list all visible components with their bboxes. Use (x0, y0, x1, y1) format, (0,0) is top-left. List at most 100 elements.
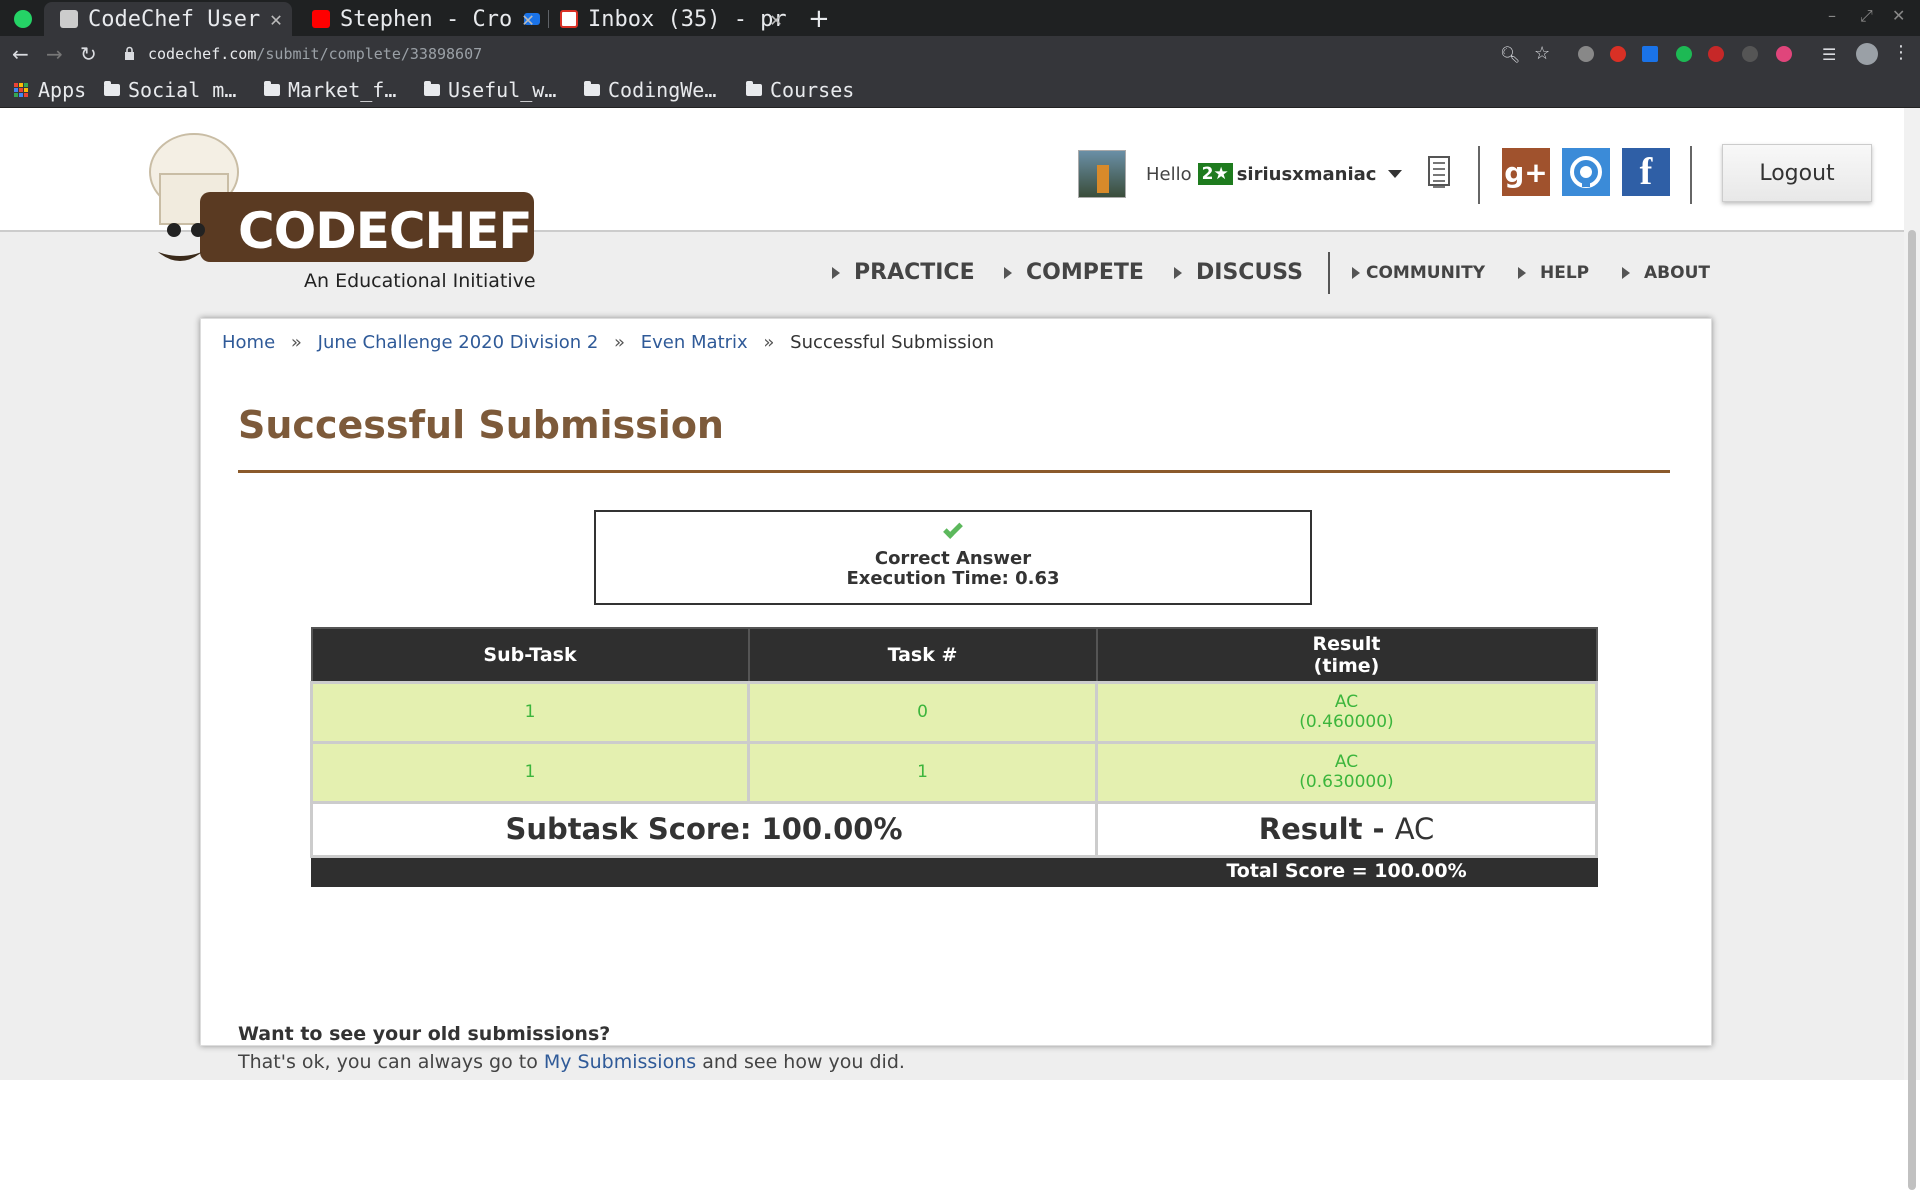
logout-button[interactable]: Logout (1722, 144, 1872, 202)
github-icon[interactable] (1562, 148, 1610, 196)
tab-separator (548, 10, 549, 28)
table-row: 1 0 AC (0.460000) (310, 680, 1598, 744)
logo-wordmark: CODECHEF (238, 202, 533, 260)
nav-item-community[interactable]: COMMUNITY (1352, 263, 1485, 283)
tab-youtube[interactable]: Stephen - Cro ✕ (306, 2, 544, 36)
notes-document-icon[interactable] (1428, 156, 1450, 188)
breadcrumb-contest[interactable]: June Challenge 2020 Division 2 (318, 332, 599, 353)
nav-item-discuss[interactable]: DISCUSS (1174, 260, 1303, 285)
profile-avatar-icon[interactable] (1856, 43, 1878, 65)
old-submissions-after: and see how you did. (702, 1051, 905, 1073)
bookmark-apps[interactable]: Apps (14, 78, 86, 102)
folder-icon (104, 81, 120, 96)
bookmark-folder-social[interactable]: Social m… (104, 78, 236, 102)
url-path: /submit/complete/33898607 (256, 45, 483, 63)
tab-title: Inbox (35) - pr (588, 6, 787, 32)
codechef-logo[interactable]: CODECHEF An Educational Initiative (140, 132, 540, 306)
nav-label: ABOUT (1644, 263, 1710, 283)
extension-icon[interactable] (1742, 46, 1758, 62)
nav-label: PRACTICE (854, 260, 975, 285)
tab-title: CodeChef User (88, 6, 261, 32)
close-window-icon[interactable]: ✕ (1892, 6, 1905, 25)
nav-item-compete[interactable]: COMPETE (1004, 260, 1144, 285)
result-time: (0.460000) (1299, 712, 1394, 732)
close-tab-icon[interactable]: ✕ (522, 7, 534, 31)
nav-label: DISCUSS (1196, 260, 1304, 285)
result-cell: AC (0.460000) (1095, 680, 1598, 744)
zoom-icon[interactable]: 🔍︎ (1500, 45, 1520, 64)
column-header-result: Result (time) (1095, 627, 1598, 683)
reload-icon[interactable]: ↻ (80, 42, 97, 66)
nav-label: COMPETE (1026, 260, 1144, 285)
nav-item-practice[interactable]: PRACTICE (832, 260, 975, 285)
title-divider (238, 470, 1670, 473)
extension-icon[interactable] (1708, 46, 1724, 62)
tab-gmail[interactable]: Inbox (35) - pr ✕ (556, 2, 792, 36)
result-cell: AC (0.630000) (1095, 740, 1598, 804)
avatar[interactable] (1078, 150, 1126, 198)
back-icon[interactable]: ← (12, 42, 29, 66)
extension-icon[interactable] (1578, 46, 1594, 62)
my-submissions-link[interactable]: My Submissions (544, 1051, 696, 1073)
result-value: AC (1394, 812, 1435, 846)
new-tab-button[interactable]: + (808, 4, 830, 34)
page-scrollbar[interactable] (1904, 108, 1920, 1190)
bookmark-star-icon[interactable]: ☆ (1534, 43, 1550, 64)
facebook-icon[interactable]: f (1622, 148, 1670, 196)
whatsapp-pinned-tab[interactable] (14, 2, 38, 36)
chevron-down-icon[interactable] (1388, 170, 1403, 178)
extension-icon[interactable] (1776, 46, 1792, 62)
overall-result: Result - AC (1095, 800, 1598, 858)
media-queue-icon[interactable]: ☰ (1822, 45, 1836, 64)
old-submissions-before: That's ok, you can always go to (238, 1051, 538, 1073)
address-bar[interactable]: codechef.com/submit/complete/33898607 (148, 45, 482, 63)
bookmark-label: Apps (38, 78, 87, 102)
subtask-score: Subtask Score: 100.00% (310, 800, 1098, 858)
folder-icon (264, 81, 280, 96)
forward-icon[interactable]: → (46, 42, 63, 66)
tab-title: Stephen - Cro (340, 6, 513, 32)
checkmark-icon (943, 519, 963, 539)
table-row: 1 1 AC (0.630000) (310, 740, 1598, 804)
menu-kebab-icon[interactable]: ⋮ (1892, 42, 1910, 63)
google-plus-icon[interactable]: g+ (1502, 148, 1550, 196)
browser-toolbar: ← → ↻ codechef.com/submit/complete/33898… (0, 36, 1920, 72)
nav-item-help[interactable]: HELP (1518, 263, 1589, 283)
total-row: Total Score = 100.00% (310, 855, 1598, 887)
extension-icon[interactable] (1676, 46, 1692, 62)
bookmarks-bar: Apps Social m… Market_f… Useful_w… Codin… (0, 72, 1920, 108)
bookmark-folder-market[interactable]: Market_f… (264, 78, 396, 102)
rating-stars-badge: 2★ (1197, 163, 1233, 185)
score-row: Subtask Score: 100.00% Result - AC (310, 800, 1598, 858)
scrollbar-thumb[interactable] (1908, 230, 1916, 1190)
browser-tab-strip: CodeChef User ✕ Stephen - Cro ✕ Inbox (3… (0, 0, 1920, 36)
bookmark-folder-useful[interactable]: Useful_w… (424, 78, 556, 102)
triangle-right-icon (1352, 267, 1360, 279)
triangle-right-icon (1622, 267, 1630, 279)
username[interactable]: siriusxmaniac (1237, 164, 1377, 185)
close-tab-icon[interactable]: ✕ (770, 7, 782, 31)
hello-label: Hello (1146, 163, 1192, 185)
tab-codechef[interactable]: CodeChef User ✕ (44, 2, 292, 36)
result-verdict: AC (1334, 752, 1359, 772)
header-divider (1690, 146, 1692, 204)
breadcrumb-current: Successful Submission (790, 332, 995, 353)
extension-icon[interactable] (1610, 46, 1626, 62)
extension-icon[interactable] (1642, 46, 1658, 62)
breadcrumb: Home » June Challenge 2020 Division 2 » … (222, 332, 994, 353)
breadcrumb-home[interactable]: Home (222, 332, 275, 353)
github-octocat-icon (1570, 156, 1602, 188)
close-tab-icon[interactable]: ✕ (270, 7, 282, 31)
header-divider (1478, 146, 1480, 204)
bookmark-folder-codingwe[interactable]: CodingWe… (584, 78, 716, 102)
bookmark-label: Useful_w… (448, 78, 557, 102)
maximize-icon[interactable]: ⤢ (1860, 6, 1873, 26)
nav-item-about[interactable]: ABOUT (1622, 263, 1710, 283)
minimize-icon[interactable]: – (1828, 6, 1836, 25)
breadcrumb-problem[interactable]: Even Matrix (641, 332, 748, 353)
folder-icon (746, 81, 762, 96)
user-menu[interactable]: Hello 2★ siriusxmaniac (1078, 150, 1403, 198)
subtask-cell: 1 (310, 740, 750, 804)
results-table: Sub-Task Task # Result (time) 1 0 AC (0.46… (310, 627, 1598, 887)
bookmark-folder-courses[interactable]: Courses (746, 78, 854, 102)
